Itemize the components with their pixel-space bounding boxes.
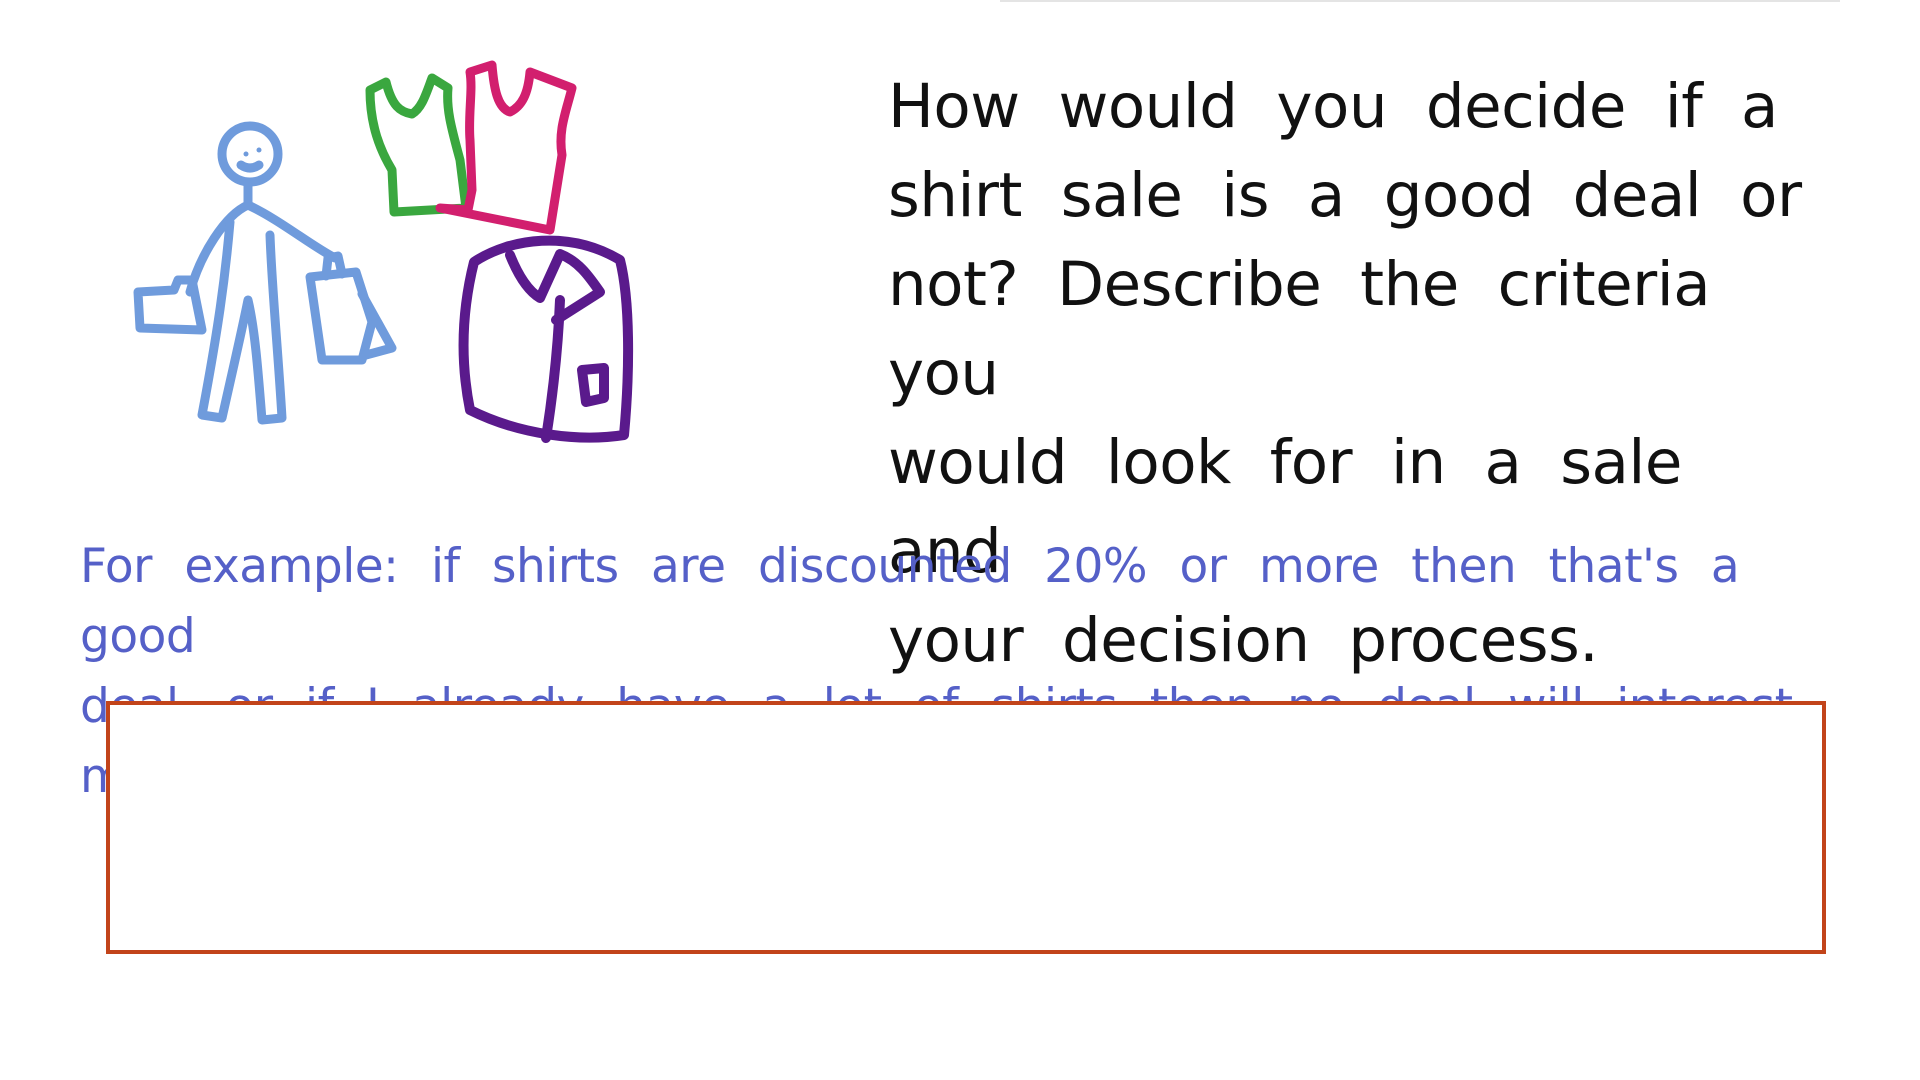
- question-line-1: How would you decide if a: [888, 71, 1778, 142]
- shopping-illustration: [133, 60, 634, 443]
- example-line-1: For example: if shirts are discounted 20…: [80, 539, 1740, 664]
- shopper-icon: [133, 121, 397, 425]
- answer-textbox[interactable]: [106, 701, 1826, 954]
- folded-shirt-icon: [458, 235, 634, 443]
- question-line-3: not? Describe the criteria you: [888, 249, 1711, 409]
- question-line-2: shirt sale is a good deal or: [888, 160, 1802, 231]
- top-divider: [1000, 0, 1840, 2]
- green-tank-top-icon: [365, 73, 471, 217]
- quiz-screen: How would you decide if a shirt sale is …: [0, 0, 1920, 1080]
